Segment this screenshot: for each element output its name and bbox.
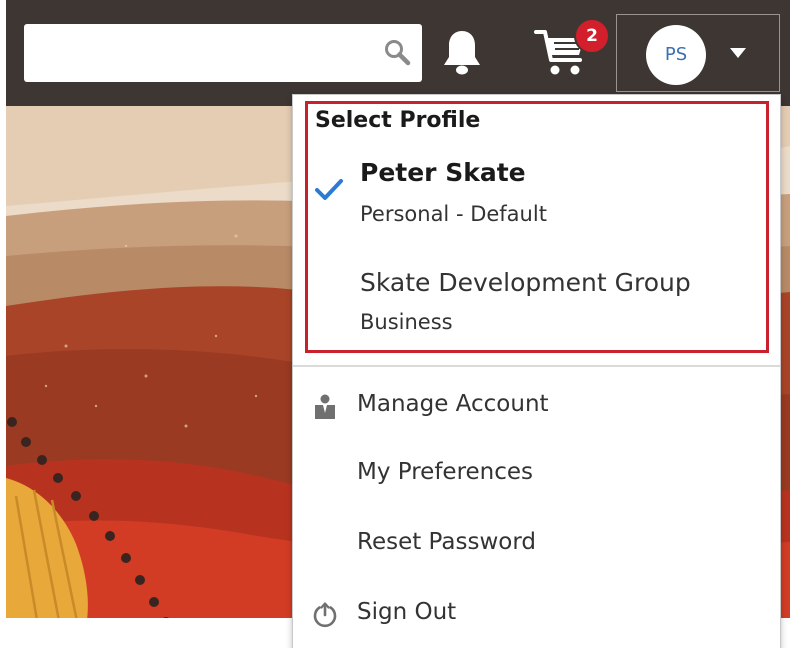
profile-subtitle: Business bbox=[360, 310, 453, 334]
sign-out-menu-item[interactable]: Sign Out bbox=[293, 587, 780, 643]
select-profile-title: Select Profile bbox=[315, 108, 481, 133]
search-input[interactable] bbox=[24, 24, 364, 82]
menu-divider bbox=[293, 365, 780, 367]
search-box bbox=[24, 24, 422, 82]
avatar: PS bbox=[646, 25, 706, 85]
bell-icon[interactable] bbox=[440, 28, 484, 76]
profile-name: Skate Development Group bbox=[360, 268, 691, 297]
profile-menu-button[interactable]: PS bbox=[616, 14, 780, 92]
chevron-down-icon bbox=[730, 48, 746, 58]
page: 2 PS Select Profile Peter Skate Personal… bbox=[0, 0, 790, 648]
select-profile-section: Select Profile Peter Skate Personal - De… bbox=[305, 101, 769, 353]
power-icon bbox=[313, 602, 337, 628]
search-icon[interactable] bbox=[382, 38, 412, 68]
my-preferences-menu-item[interactable]: My Preferences bbox=[293, 447, 780, 503]
reset-password-menu-item[interactable]: Reset Password bbox=[293, 517, 780, 573]
menu-item-label: Reset Password bbox=[357, 529, 536, 555]
profile-subtitle: Personal - Default bbox=[360, 202, 547, 226]
menu-item-label: My Preferences bbox=[357, 459, 534, 485]
profile-dropdown-menu: Select Profile Peter Skate Personal - De… bbox=[292, 94, 781, 648]
check-icon bbox=[315, 179, 343, 200]
user-icon bbox=[315, 394, 335, 419]
menu-item-label: Manage Account bbox=[357, 391, 549, 417]
cart-badge: 2 bbox=[574, 18, 610, 54]
profile-option-business[interactable]: Skate Development Group Business bbox=[308, 264, 766, 350]
manage-account-menu-item[interactable]: Manage Account bbox=[293, 379, 780, 435]
profile-name: Peter Skate bbox=[360, 158, 526, 187]
menu-item-label: Sign Out bbox=[357, 599, 457, 625]
profile-option-personal[interactable]: Peter Skate Personal - Default bbox=[308, 152, 766, 244]
